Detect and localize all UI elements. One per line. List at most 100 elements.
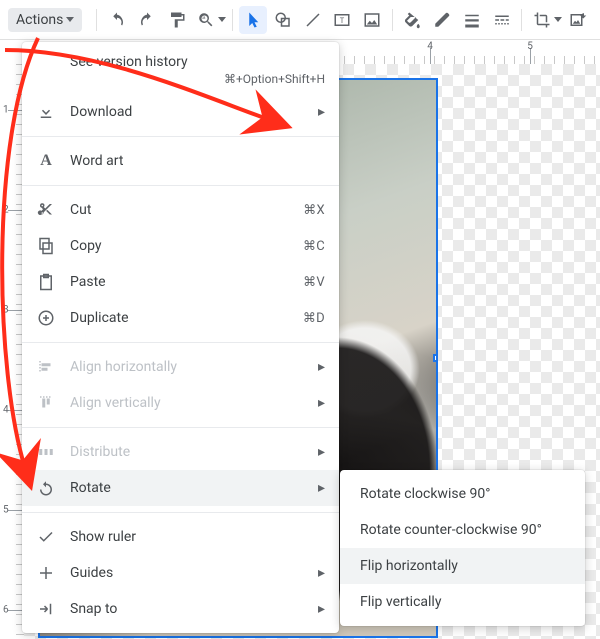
download-icon [36, 103, 56, 121]
toolbar-separator [232, 9, 233, 31]
shape-button[interactable] [269, 6, 297, 34]
line-button[interactable] [299, 6, 327, 34]
caret-down-icon [554, 17, 562, 22]
menu-label: Copy [70, 238, 289, 254]
copy-icon [36, 237, 56, 255]
ruler-label: 3 [3, 305, 9, 316]
menu-separator [22, 427, 339, 428]
shape-icon [274, 11, 292, 29]
toolbar-separator [96, 9, 97, 31]
zoom-button[interactable] [192, 6, 220, 34]
select-tool-button[interactable] [239, 6, 267, 34]
menu-item-guides[interactable]: Guides ▸ [22, 555, 339, 591]
redo-button[interactable] [133, 6, 161, 34]
border-weight-button[interactable] [458, 6, 486, 34]
align-vertical-icon [36, 394, 56, 412]
caret-down-icon [218, 17, 226, 22]
dash-icon [493, 11, 511, 29]
crop-icon [533, 11, 551, 29]
menu-label: Align horizontally [70, 359, 296, 375]
submenu-item-flip-horizontal[interactable]: Flip horizontally [340, 548, 585, 584]
ruler-label: 4 [3, 405, 9, 416]
word-art-icon: A [36, 152, 56, 170]
align-horizontal-icon [36, 358, 56, 376]
menu-item-show-ruler[interactable]: Show ruler [22, 519, 339, 555]
menu-separator [22, 185, 339, 186]
menu-item-align-horizontal: Align horizontally ▸ [22, 349, 339, 385]
toolbar-separator [392, 9, 393, 31]
submenu-arrow-icon: ▸ [318, 480, 325, 496]
menu-separator [22, 342, 339, 343]
submenu-item-rotate-cw[interactable]: Rotate clockwise 90° [340, 476, 585, 512]
menu-label: Duplicate [70, 310, 289, 326]
paste-icon [36, 273, 56, 291]
check-icon [36, 528, 56, 546]
border-color-button[interactable] [428, 6, 456, 34]
image-button[interactable] [358, 6, 386, 34]
menu-item-rotate[interactable]: Rotate ▸ [22, 470, 339, 506]
menu-label: Paste [70, 274, 289, 290]
undo-icon [108, 11, 126, 29]
ruler-label: 6 [3, 605, 9, 616]
menu-label: Rotate counter-clockwise 90° [360, 522, 571, 538]
crop-button[interactable] [528, 6, 556, 34]
rotate-submenu: Rotate clockwise 90° Rotate counter-cloc… [340, 470, 585, 626]
menu-label: Flip vertically [360, 594, 571, 610]
actions-button[interactable]: Actions [8, 8, 82, 32]
image-icon [363, 11, 381, 29]
caret-down-icon [66, 17, 74, 22]
textbox-button[interactable]: T [328, 6, 356, 34]
menu-item-copy[interactable]: Copy ⌘C [22, 228, 339, 264]
menu-label: Cut [70, 202, 289, 218]
paint-format-button[interactable] [163, 6, 191, 34]
submenu-arrow-icon: ▸ [318, 565, 325, 581]
menu-shortcut: ⌘C [303, 239, 325, 254]
duplicate-icon [36, 309, 56, 327]
redo-icon [138, 11, 156, 29]
cut-icon [36, 201, 56, 219]
menu-item-snap-to[interactable]: Snap to ▸ [22, 591, 339, 627]
line-icon [304, 11, 322, 29]
submenu-item-flip-vertical[interactable]: Flip vertically [340, 584, 585, 620]
weight-icon [463, 11, 481, 29]
ruler-label: 4 [427, 41, 433, 52]
fill-color-button[interactable] [399, 6, 427, 34]
border-dash-button[interactable] [488, 6, 516, 34]
undo-button[interactable] [103, 6, 131, 34]
submenu-item-rotate-ccw[interactable]: Rotate counter-clockwise 90° [340, 512, 585, 548]
toolbar: Actions T [0, 0, 600, 40]
snap-icon [36, 600, 56, 618]
menu-item-word-art[interactable]: A Word art [22, 143, 339, 179]
textbox-icon: T [333, 11, 351, 29]
toolbar-separator [521, 9, 522, 31]
rotate-icon [36, 479, 56, 497]
guides-icon [36, 564, 56, 582]
ruler-label: 5 [527, 41, 533, 52]
vertical-ruler: 1 2 3 4 5 6 [0, 64, 24, 639]
menu-item-version-history[interactable]: See version history ⌘+Option+Shift+H [22, 48, 339, 94]
menu-item-duplicate[interactable]: Duplicate ⌘D [22, 300, 339, 336]
menu-label: Align vertically [70, 395, 296, 411]
menu-item-align-vertical: Align vertically ▸ [22, 385, 339, 421]
menu-item-download[interactable]: Download ▸ [22, 94, 339, 130]
ruler-label: 5 [3, 505, 9, 516]
submenu-arrow-icon: ▸ [318, 359, 325, 375]
menu-item-cut[interactable]: Cut ⌘X [22, 192, 339, 228]
resize-handle-e[interactable] [433, 354, 438, 362]
menu-label: Distribute [70, 444, 296, 460]
ruler-label: 1 [3, 105, 9, 116]
menu-label: Guides [70, 565, 296, 581]
actions-label: Actions [16, 12, 63, 28]
pencil-icon [433, 11, 451, 29]
menu-label: Snap to [70, 601, 296, 617]
submenu-arrow-icon: ▸ [318, 395, 325, 411]
menu-separator [22, 512, 339, 513]
menu-label: Flip horizontally [360, 558, 571, 574]
menu-item-distribute: Distribute ▸ [22, 434, 339, 470]
menu-label: Word art [70, 153, 325, 169]
menu-item-paste[interactable]: Paste ⌘V [22, 264, 339, 300]
menu-separator [22, 136, 339, 137]
menu-shortcut: ⌘X [303, 203, 325, 218]
menu-label: See version history [70, 54, 325, 70]
reset-image-button[interactable] [564, 6, 592, 34]
